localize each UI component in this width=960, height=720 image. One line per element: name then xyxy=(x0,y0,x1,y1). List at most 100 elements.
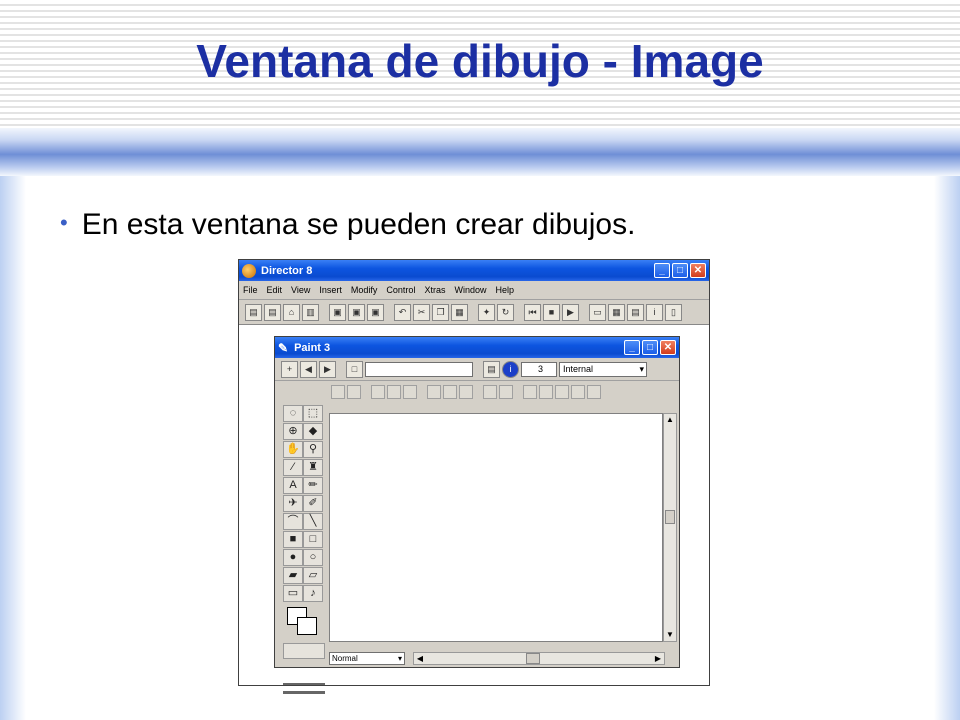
cast-library-select[interactable]: Internal ▾ xyxy=(559,361,647,377)
text-icon[interactable]: A xyxy=(283,477,303,494)
info-icon[interactable]: i xyxy=(646,303,663,321)
undo-icon[interactable]: ↶ xyxy=(394,303,411,321)
library-icon[interactable]: ▯ xyxy=(665,303,682,321)
paint-brush-icon[interactable]: ✐ xyxy=(303,495,323,512)
menu-edit[interactable]: Edit xyxy=(267,285,283,295)
exchange-icon[interactable]: ↻ xyxy=(497,303,514,321)
cast-number-field[interactable]: 3 xyxy=(521,361,557,377)
next-member-icon[interactable]: ▶ xyxy=(319,360,336,378)
pattern-icon[interactable]: ♪ xyxy=(303,585,323,602)
find-icon[interactable]: ✦ xyxy=(478,303,495,321)
eraser-icon[interactable]: ◆ xyxy=(303,423,323,440)
publish-icon[interactable]: ▣ xyxy=(367,303,384,321)
stage-icon[interactable]: ▭ xyxy=(589,303,606,321)
marquee-icon[interactable]: ⬚ xyxy=(303,405,323,422)
rotate-right-icon[interactable] xyxy=(387,385,401,399)
member-info-icon[interactable]: i xyxy=(502,360,519,378)
paint-maximize-icon[interactable]: □ xyxy=(642,340,658,355)
paint-minimize-icon[interactable]: _ xyxy=(624,340,640,355)
filled-polygon-icon[interactable]: ▰ xyxy=(283,567,303,584)
rectangle-icon[interactable]: □ xyxy=(303,531,323,548)
add-member-icon[interactable]: + xyxy=(281,360,298,378)
dropdown-arrow-icon: ▾ xyxy=(639,363,644,374)
save-icon[interactable]: ▣ xyxy=(329,303,346,321)
skew-icon[interactable] xyxy=(427,385,441,399)
line-width-selector[interactable] xyxy=(283,643,325,659)
member-thumbnail-icon[interactable]: □ xyxy=(346,360,363,378)
flip-horizontal-icon[interactable] xyxy=(331,385,345,399)
invert-icon[interactable] xyxy=(523,385,537,399)
score-window-icon[interactable]: ▤ xyxy=(627,303,644,321)
script-icon[interactable]: ▤ xyxy=(483,360,500,378)
paste-icon[interactable]: ▦ xyxy=(451,303,468,321)
menu-xtras[interactable]: Xtras xyxy=(424,285,445,295)
line-icon[interactable]: ╲ xyxy=(303,513,323,530)
filled-rectangle-icon[interactable]: ■ xyxy=(283,531,303,548)
menu-view[interactable]: View xyxy=(291,285,310,295)
import-icon[interactable]: ▥ xyxy=(302,303,319,321)
paint-canvas[interactable] xyxy=(329,413,663,642)
line-width-thick[interactable] xyxy=(283,685,325,694)
warp-icon[interactable] xyxy=(443,385,457,399)
rotate-left-icon[interactable] xyxy=(371,385,385,399)
menu-help[interactable]: Help xyxy=(495,285,514,295)
air-brush-icon[interactable]: ✈ xyxy=(283,495,303,512)
new-cast-icon[interactable]: ▤ xyxy=(264,303,281,321)
menu-control[interactable]: Control xyxy=(386,285,415,295)
trace-edges-icon[interactable] xyxy=(499,385,513,399)
line-width-thin[interactable] xyxy=(283,673,325,685)
perspective-icon[interactable] xyxy=(459,385,473,399)
arc-icon[interactable]: ⌒ xyxy=(283,513,303,530)
previous-member-icon[interactable]: ◀ xyxy=(300,360,317,378)
lighten-icon[interactable] xyxy=(539,385,553,399)
scroll-left-icon[interactable]: ◀ xyxy=(414,653,426,665)
save-all-icon[interactable]: ▣ xyxy=(348,303,365,321)
paint-bucket-icon[interactable]: ♜ xyxy=(303,459,323,476)
menu-file[interactable]: File xyxy=(243,285,258,295)
scroll-up-icon[interactable]: ▲ xyxy=(664,414,676,426)
horizontal-scroll-thumb[interactable] xyxy=(526,653,540,664)
scroll-right-icon[interactable]: ▶ xyxy=(652,653,664,665)
ellipse-icon[interactable]: ○ xyxy=(303,549,323,566)
maximize-icon[interactable]: □ xyxy=(672,263,688,278)
eyedropper-icon[interactable]: ⁄ xyxy=(283,459,303,476)
vertical-scroll-thumb[interactable] xyxy=(665,510,675,524)
gradient-icon[interactable]: ▭ xyxy=(283,585,303,602)
horizontal-scrollbar[interactable]: ◀ ▶ xyxy=(413,652,665,665)
cast-window-icon[interactable]: ▦ xyxy=(608,303,625,321)
play-icon[interactable]: ▶ xyxy=(562,303,579,321)
copy-icon[interactable]: ❐ xyxy=(432,303,449,321)
menu-window[interactable]: Window xyxy=(454,285,486,295)
paint-titlebar[interactable]: ✎ Paint 3 _ □ ✕ xyxy=(275,337,679,358)
close-icon[interactable]: ✕ xyxy=(690,263,706,278)
zoom-icon[interactable]: ⚲ xyxy=(303,441,323,458)
paint-close-icon[interactable]: ✕ xyxy=(660,340,676,355)
flip-vertical-icon[interactable] xyxy=(347,385,361,399)
pencil-icon[interactable]: ✏ xyxy=(303,477,323,494)
free-rotate-icon[interactable] xyxy=(403,385,417,399)
vertical-scrollbar[interactable]: ▲ ▼ xyxy=(663,413,677,642)
cut-icon[interactable]: ✂ xyxy=(413,303,430,321)
hand-icon[interactable]: ✋ xyxy=(283,441,303,458)
background-color-chip[interactable] xyxy=(297,617,317,635)
polygon-icon[interactable]: ▱ xyxy=(303,567,323,584)
darken-icon[interactable] xyxy=(555,385,569,399)
stop-icon[interactable]: ■ xyxy=(543,303,560,321)
director-titlebar[interactable]: Director 8 _ □ ✕ xyxy=(239,260,709,281)
open-icon[interactable]: ⌂ xyxy=(283,303,300,321)
rewind-icon[interactable]: ⏮ xyxy=(524,303,541,321)
fill-icon[interactable] xyxy=(571,385,585,399)
scroll-down-icon[interactable]: ▼ xyxy=(664,629,676,641)
filled-ellipse-icon[interactable]: ● xyxy=(283,549,303,566)
paint-tool-palette: ◌ ⬚ ⊕ ◆ ✋ ⚲ ⁄ ♜ A ✏ ✈ ✐ ⌒ ╲ ■ □ ● ○ ▰ ▱ ▭ ♪ xyxy=(283,405,325,694)
new-movie-icon[interactable]: ▤ xyxy=(245,303,262,321)
switch-colors-icon[interactable] xyxy=(587,385,601,399)
smooth-icon[interactable] xyxy=(483,385,497,399)
lasso-icon[interactable]: ◌ xyxy=(283,405,303,422)
minimize-icon[interactable]: _ xyxy=(654,263,670,278)
ink-select[interactable]: Normal ▾ xyxy=(329,652,405,665)
member-name-field[interactable] xyxy=(365,361,473,377)
menu-modify[interactable]: Modify xyxy=(351,285,378,295)
menu-insert[interactable]: Insert xyxy=(319,285,342,295)
registration-icon[interactable]: ⊕ xyxy=(283,423,303,440)
